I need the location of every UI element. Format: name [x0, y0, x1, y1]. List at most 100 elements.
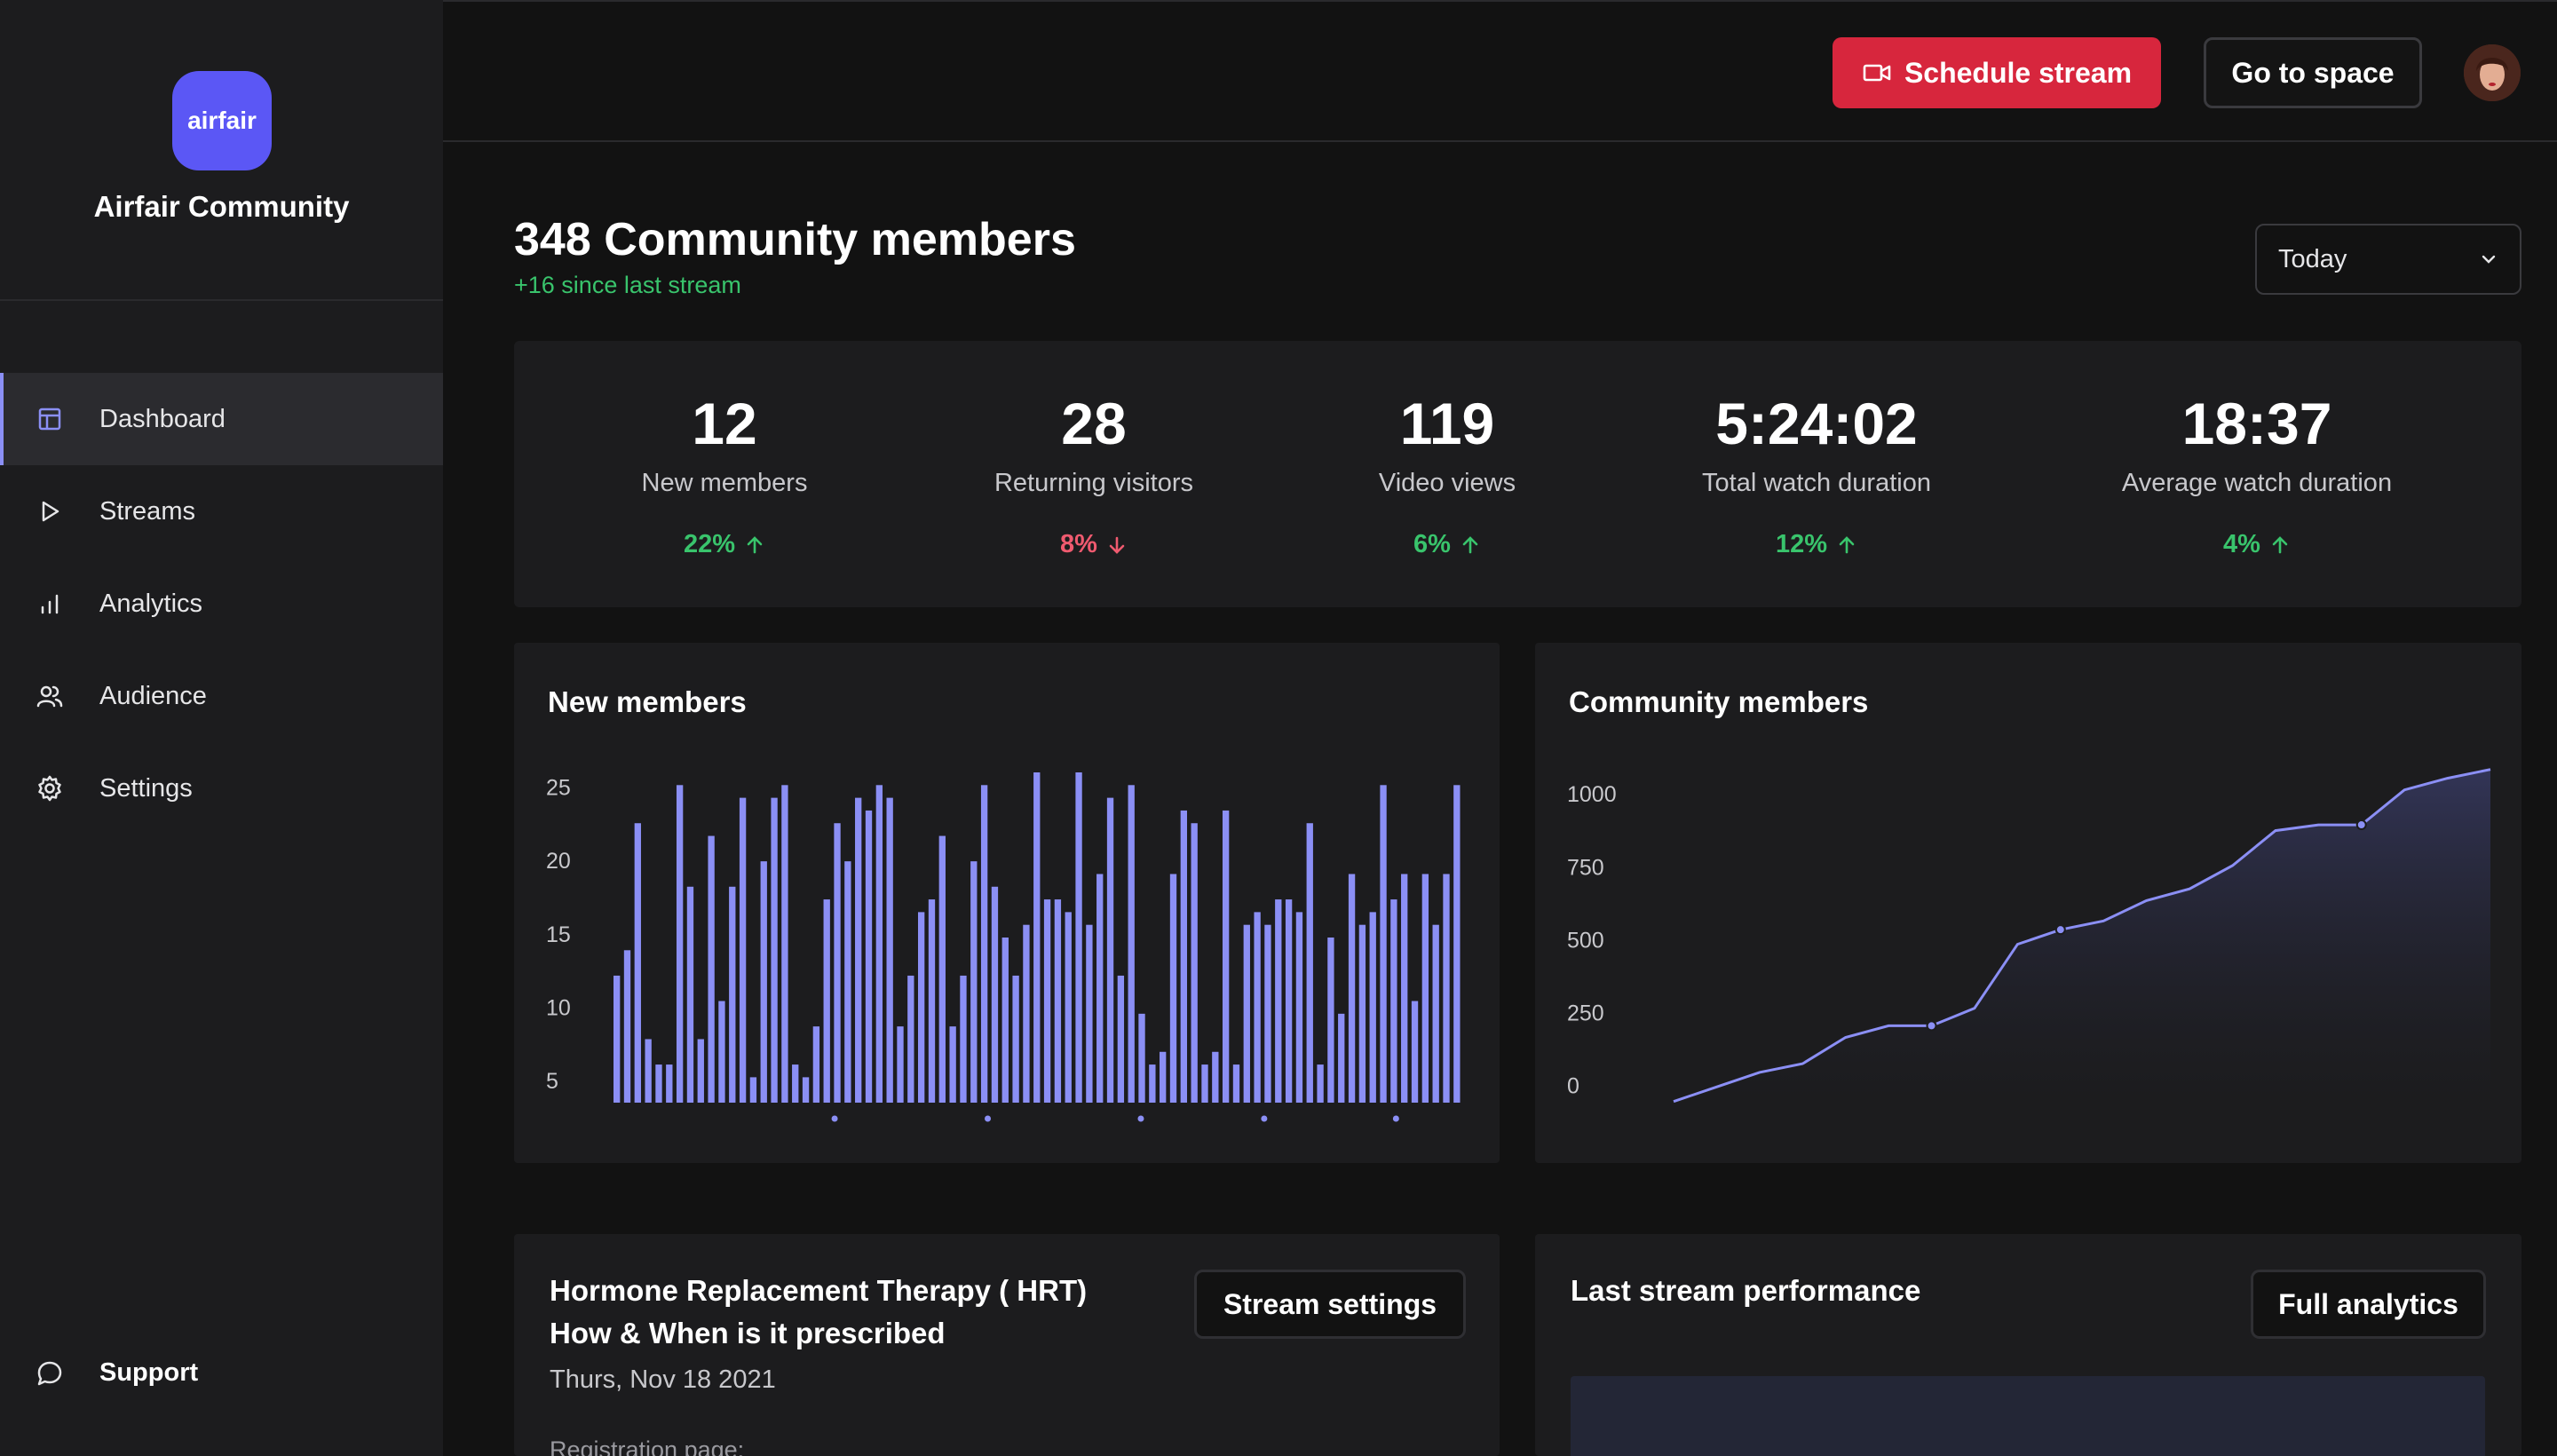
bar: [1043, 899, 1051, 1103]
schedule-stream-label: Schedule stream: [1904, 56, 2133, 89]
performance-title: Last stream performance: [1571, 1274, 1921, 1307]
stat-change-value: 8%: [1060, 530, 1097, 558]
sidebar-item-streams[interactable]: Streams: [0, 465, 443, 558]
members-delta: +16 since last stream: [514, 272, 741, 298]
brand-logo[interactable]: airfair: [172, 71, 272, 170]
bar: [1149, 1064, 1156, 1103]
stat-returning-visitors: 28 Returning visitors 8%: [916, 394, 1271, 559]
bar: [865, 810, 873, 1103]
bar: [1317, 1064, 1324, 1103]
new-members-chart-panel: New members 25 20 15 10 5: [514, 643, 1500, 1163]
date-range-select[interactable]: Today: [2255, 224, 2521, 295]
y-tick-label: 750: [1567, 855, 1604, 880]
bar: [1160, 1051, 1167, 1103]
x-axis-marker: [1261, 1115, 1268, 1122]
bar: [960, 975, 967, 1103]
sidebar-item-audience[interactable]: Audience: [0, 650, 443, 742]
stat-change: 4%: [2223, 530, 2291, 559]
bar: [823, 899, 830, 1103]
stat-change: 8%: [1060, 530, 1128, 559]
bar: [1232, 1064, 1240, 1103]
chevron-down-icon: [2482, 255, 2496, 264]
bar: [729, 886, 736, 1103]
full-analytics-button[interactable]: Full analytics: [2251, 1270, 2486, 1339]
support-link[interactable]: Support: [36, 1358, 198, 1388]
bar: [1453, 785, 1461, 1103]
bar: [1001, 938, 1009, 1103]
top-bar: Schedule stream Go to space: [443, 0, 2557, 142]
bar: [1012, 975, 1019, 1103]
stat-label: Average watch duration: [2121, 469, 2393, 497]
stream-settings-button[interactable]: Stream settings: [1194, 1270, 1466, 1339]
bar: [812, 1026, 820, 1103]
bar: [1380, 785, 1387, 1103]
bar: [686, 886, 694, 1103]
bar: [645, 1039, 652, 1103]
stat-change-value: 22%: [683, 530, 736, 558]
upcoming-stream-panel: Hormone Replacement Therapy ( HRT) How &…: [514, 1234, 1500, 1456]
chat-bubble-icon: [36, 1359, 64, 1388]
bar: [1295, 912, 1303, 1103]
bar: [1411, 1001, 1419, 1103]
bar: [1432, 924, 1439, 1103]
stat-label: Video views: [1378, 469, 1516, 497]
bar: [1054, 899, 1062, 1103]
date-range-value: Today: [2278, 244, 2347, 273]
y-tick-label: 250: [1567, 1001, 1604, 1025]
bar: [897, 1026, 904, 1103]
sidebar-item-settings[interactable]: Settings: [0, 742, 443, 835]
schedule-stream-button[interactable]: Schedule stream: [1833, 37, 2161, 108]
support-label: Support: [99, 1358, 199, 1387]
y-tick-label: 10: [546, 996, 571, 1021]
stat-change-value: 6%: [1413, 530, 1451, 558]
new-members-bar-chart: 25 20 15 10 5: [546, 772, 1461, 1122]
sidebar-item-label: Streams: [99, 496, 195, 526]
arrow-up-icon: [1839, 535, 1855, 553]
bar: [708, 835, 715, 1103]
stream-date: Thurs, Nov 18 2021: [550, 1365, 776, 1394]
y-tick-label: 25: [546, 776, 571, 801]
bar: [614, 975, 621, 1103]
y-tick-label: 5: [546, 1069, 558, 1094]
bar: [949, 1026, 956, 1103]
bar: [1264, 924, 1271, 1103]
dashboard-icon: [36, 405, 64, 433]
sidebar-item-analytics[interactable]: Analytics: [0, 558, 443, 650]
stat-label: Returning visitors: [994, 469, 1194, 497]
sidebar-item-label: Settings: [99, 773, 193, 803]
x-axis-marker: [831, 1115, 838, 1122]
bar: [771, 797, 778, 1103]
stream-title: Hormone Replacement Therapy ( HRT) How &…: [550, 1274, 1088, 1349]
bar: [928, 899, 936, 1103]
bar: [697, 1039, 704, 1103]
user-avatar[interactable]: [2464, 44, 2521, 101]
bar: [1306, 823, 1313, 1103]
bar: [1421, 874, 1429, 1103]
bar: [1180, 810, 1187, 1103]
bar: [1275, 899, 1282, 1103]
bar: [1023, 924, 1030, 1103]
brand-name: Airfair Community: [93, 190, 350, 223]
bar: [1191, 823, 1198, 1103]
bar: [1106, 797, 1114, 1103]
stat-label: New members: [641, 469, 808, 497]
bar: [886, 797, 893, 1103]
bar: [1138, 1013, 1145, 1103]
x-axis-marker: [985, 1115, 992, 1122]
sidebar-item-dashboard[interactable]: Dashboard: [0, 373, 443, 465]
y-tick-label: 15: [546, 922, 571, 947]
registration-label: Registration page:: [550, 1436, 745, 1456]
community-members-area-chart: 1000 750 500 250 0: [1567, 768, 2491, 1104]
arrow-up-icon: [1462, 535, 1478, 553]
bar: [802, 1077, 810, 1103]
stat-average-watch-duration: 18:37 Average watch duration 4%: [2079, 394, 2434, 559]
bar: [1086, 924, 1093, 1103]
bar: [1390, 899, 1397, 1103]
stat-video-views: 119 Video views 6%: [1270, 394, 1625, 559]
go-to-space-button[interactable]: Go to space: [2204, 37, 2422, 108]
bar: [1285, 899, 1293, 1103]
bar: [855, 797, 862, 1103]
brand-header: airfair Airfair Community: [0, 0, 443, 301]
stat-change: 6%: [1413, 530, 1481, 559]
bar: [1128, 785, 1135, 1103]
